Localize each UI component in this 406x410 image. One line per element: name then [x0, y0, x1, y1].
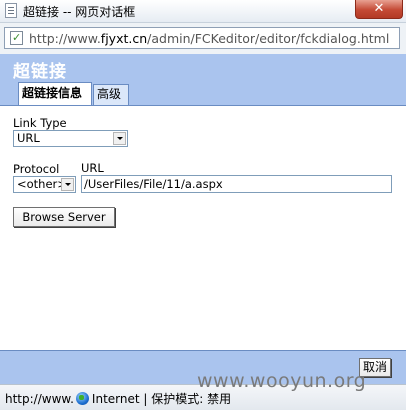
url-label: URL: [81, 161, 104, 175]
tab-advanced[interactable]: 高级: [93, 84, 129, 105]
link-type-select[interactable]: URL: [13, 130, 128, 147]
close-button[interactable]: ✕: [355, 0, 403, 19]
address-text: http://www.fjyxt.cn/admin/FCKeditor/edit…: [29, 31, 389, 46]
browse-server-button[interactable]: Browse Server: [13, 207, 115, 227]
link-type-value: URL: [17, 131, 40, 145]
address-field[interactable]: ✓ http://www.fjyxt.cn/admin/FCKeditor/ed…: [4, 27, 400, 49]
status-zone: Internet | 保护模式: 禁用: [91, 392, 232, 406]
chevron-down-icon[interactable]: [61, 178, 74, 191]
protocol-label: Protocol: [13, 162, 60, 176]
protocol-select[interactable]: <other>: [13, 176, 76, 193]
dialog-header: 超链接 超链接信息 高级: [0, 54, 406, 106]
link-type-label: Link Type: [13, 116, 67, 130]
status-text: http://www. Internet | 保护模式: 禁用: [5, 390, 231, 407]
status-url: http://www.: [5, 392, 74, 406]
address-domain: fjyxt.cn: [100, 31, 148, 46]
window-titlebar: 超链接 -- 网页对话框 ✕: [0, 0, 406, 23]
page-icon: ✓: [10, 31, 23, 45]
watermark: www.wooyun.org: [197, 370, 367, 392]
chevron-down-icon[interactable]: [113, 132, 126, 145]
dialog-title: 超链接: [13, 62, 67, 82]
address-prefix: http://www.: [29, 31, 101, 46]
globe-icon: [75, 392, 89, 405]
protocol-value: <other>: [17, 177, 67, 191]
url-input[interactable]: /UserFiles/File/11/a.aspx: [81, 175, 392, 193]
dialog-content: Link Type URL Protocol URL <other> /User…: [0, 105, 406, 351]
address-path: /admin/FCKeditor/editor/fckdialog.html: [147, 31, 390, 46]
tab-link-info[interactable]: 超链接信息: [18, 82, 92, 106]
address-bar: ✓ http://www.fjyxt.cn/admin/FCKeditor/ed…: [0, 23, 406, 54]
window-title: 超链接 -- 网页对话框: [23, 5, 136, 19]
document-icon: [5, 3, 17, 18]
